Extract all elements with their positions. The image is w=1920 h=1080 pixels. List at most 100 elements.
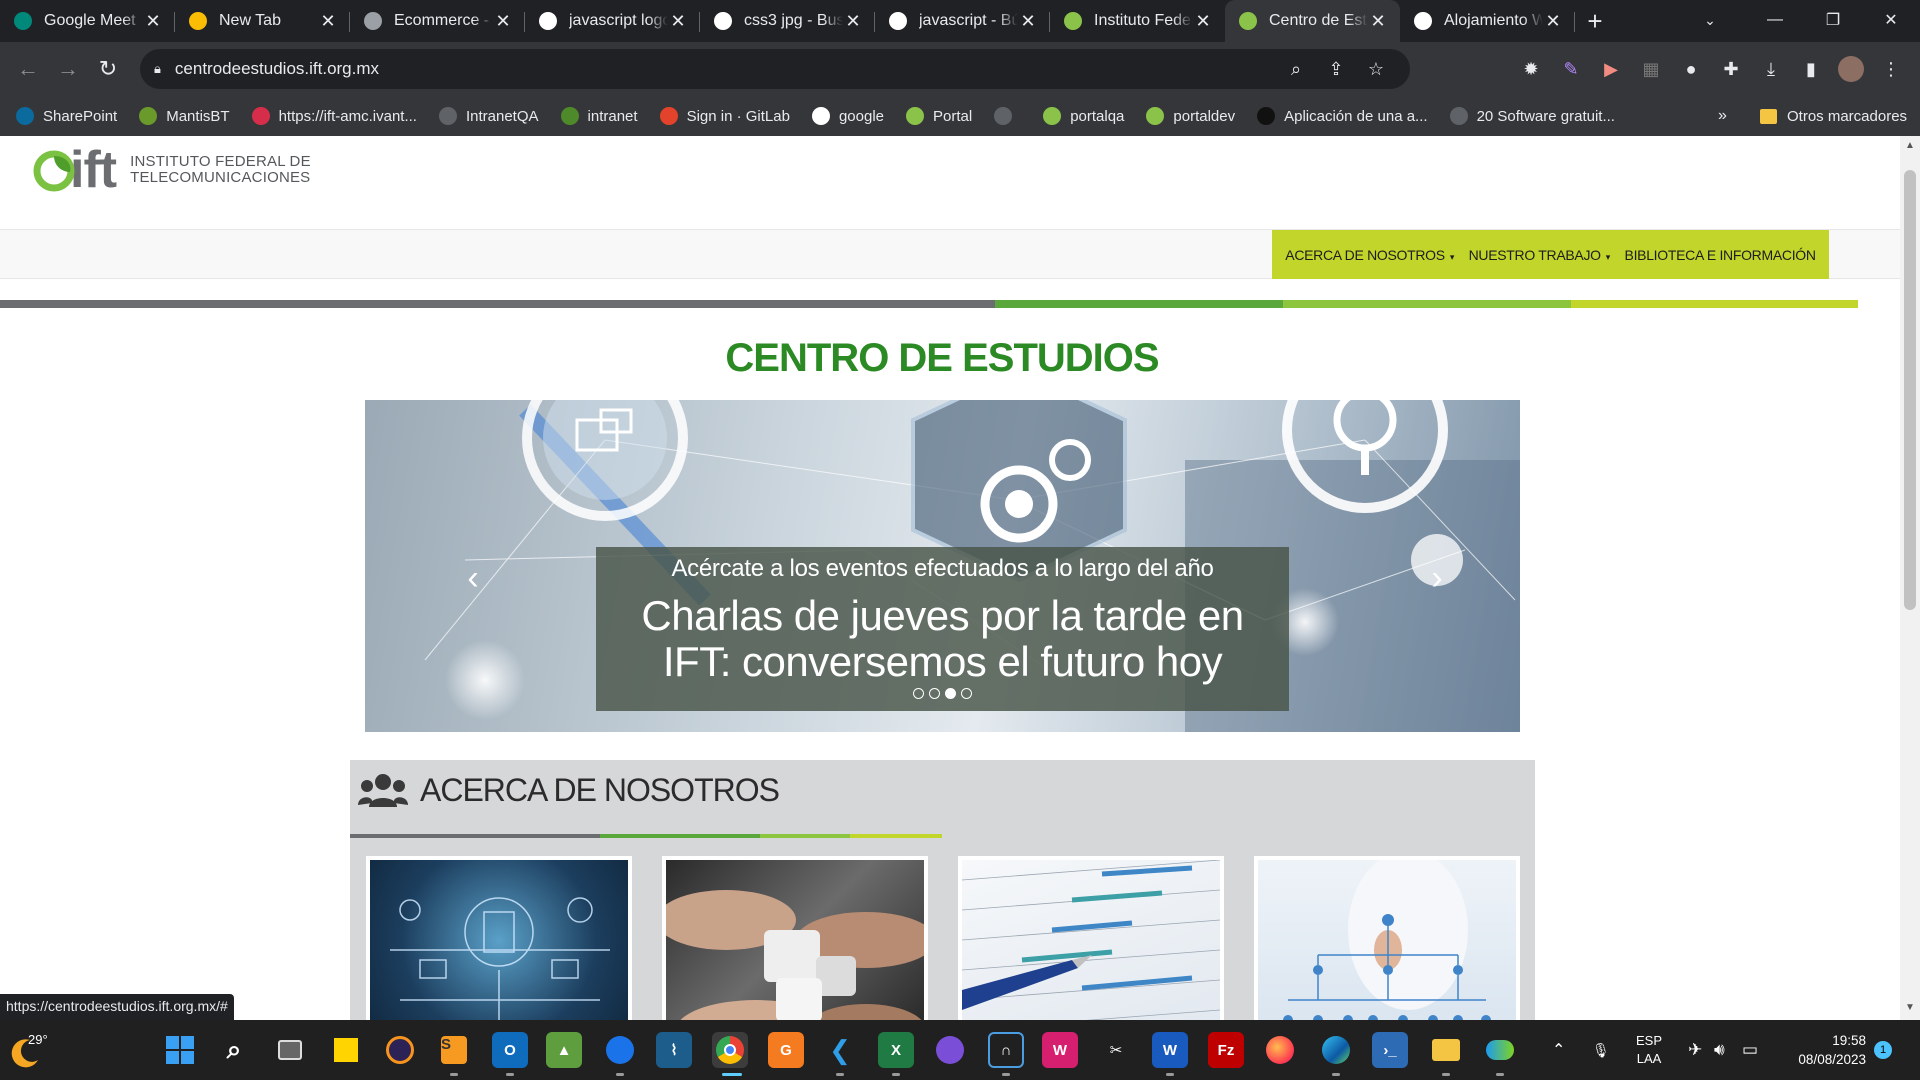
menu-item-trabajo[interactable]: NUESTRO TRABAJO ▾ — [1469, 247, 1611, 263]
tab-close-icon[interactable]: ✕ — [1368, 11, 1388, 32]
excel-icon[interactable]: X — [878, 1032, 914, 1068]
extensions-puzzle-icon[interactable]: ✚ — [1714, 52, 1748, 86]
browser-tab[interactable]: New Tab ✕ — [175, 0, 350, 42]
bookmark-item[interactable]: portaldev — [1146, 107, 1235, 125]
bookmark-item[interactable]: intranet — [560, 107, 638, 125]
carousel-indicator-dot[interactable] — [961, 688, 972, 699]
mysql-workbench-icon[interactable]: ⌇ — [656, 1032, 692, 1068]
sublime-text-icon[interactable]: S — [436, 1032, 472, 1068]
tab-close-icon[interactable]: ✕ — [668, 11, 688, 32]
bookmark-item[interactable]: google — [811, 107, 884, 125]
sticky-notes-icon[interactable] — [328, 1032, 364, 1068]
other-bookmarks-folder[interactable]: Otros marcadores — [1760, 96, 1907, 136]
side-panel-icon[interactable]: ▮ — [1794, 52, 1828, 86]
github-desktop-icon[interactable] — [932, 1032, 968, 1068]
carousel-next-button[interactable]: › — [1417, 558, 1457, 598]
about-card-structure[interactable] — [1254, 856, 1520, 1020]
battery-icon[interactable]: ▭ — [1742, 1020, 1758, 1080]
carousel-prev-button[interactable]: ‹ — [453, 558, 493, 598]
tray-chevron-icon[interactable]: ⌃ — [1552, 1020, 1565, 1080]
bookmark-item[interactable]: https://ift-amc.ivant... — [251, 107, 417, 125]
scrollbar-thumb[interactable] — [1904, 170, 1916, 610]
reload-button[interactable]: ↻ — [88, 49, 128, 89]
tab-close-icon[interactable]: ✕ — [493, 11, 513, 32]
zoom-icon[interactable]: ⌕ — [1276, 59, 1316, 80]
language-indicator[interactable]: ESP LAA — [1636, 1020, 1662, 1080]
filezilla-icon[interactable]: Fz — [1208, 1032, 1244, 1068]
bookmark-item[interactable]: portalqa — [1043, 107, 1124, 125]
tab-close-icon[interactable]: ✕ — [143, 11, 163, 32]
browser-tab[interactable]: Alojamiento W ✕ — [1400, 0, 1575, 42]
extension-grid-icon[interactable]: ▦ — [1634, 52, 1668, 86]
bookmark-item[interactable]: Aplicación de una a... — [1257, 107, 1428, 125]
extension-circle-icon[interactable]: ● — [1674, 52, 1708, 86]
forward-button[interactable]: → — [48, 49, 88, 89]
notion-app-icon[interactable]: ∩ — [988, 1032, 1024, 1068]
tab-close-icon[interactable]: ✕ — [1193, 11, 1213, 32]
browser-tab[interactable]: Google Meet ✕ — [0, 0, 175, 42]
back-button[interactable]: ← — [8, 49, 48, 89]
browser-tab[interactable]: css3 jpg - Busc ✕ — [700, 0, 875, 42]
eclipse-icon[interactable] — [382, 1032, 418, 1068]
notification-badge[interactable]: 1 — [1874, 1020, 1892, 1080]
search-icon[interactable]: ⌕ — [216, 1032, 252, 1068]
restore-button[interactable]: ❐ — [1804, 0, 1862, 40]
close-window-button[interactable]: ✕ — [1862, 0, 1920, 40]
carousel-indicator-dot[interactable] — [913, 688, 924, 699]
browser-tab[interactable]: Ecommerce - I ✕ — [350, 0, 525, 42]
address-url[interactable]: centrodeestudios.ift.org.mx — [175, 59, 1276, 79]
bookmark-item[interactable]: SharePoint — [16, 107, 117, 125]
menu-item-acerca[interactable]: ACERCA DE NOSOTROS ▾ — [1285, 247, 1454, 263]
scroll-up-icon[interactable]: ▲ — [1900, 140, 1920, 151]
ift-logo[interactable]: ift INSTITUTO FEDERAL DE TELECOMUNICACIO… — [32, 144, 311, 196]
profile-avatar[interactable] — [1834, 52, 1868, 86]
edge-icon[interactable] — [1318, 1032, 1354, 1068]
browser-tab[interactable]: javascript - Bú ✕ — [875, 0, 1050, 42]
volume-icon[interactable]: 🔊︎ — [1714, 1020, 1725, 1080]
about-card-collaboration[interactable] — [662, 856, 928, 1020]
file-explorer-icon[interactable] — [1428, 1032, 1464, 1068]
powershell-icon[interactable]: ›_ — [1372, 1032, 1408, 1068]
extension-pen-icon[interactable]: ✎ — [1554, 52, 1588, 86]
minimize-button[interactable]: — — [1746, 0, 1804, 40]
weather-widget[interactable]: 29° — [8, 1030, 52, 1070]
start-windows-icon[interactable] — [162, 1032, 198, 1068]
bookmark-item[interactable]: IntranetQA — [438, 107, 539, 125]
clock[interactable]: 19:58 08/08/2023 — [1786, 1020, 1866, 1080]
bookmark-item[interactable]: MantisBT — [139, 107, 230, 125]
more-bookmarks-button[interactable]: » — [1718, 96, 1727, 136]
address-bar[interactable]: 🔒︎ centrodeestudios.ift.org.mx ⌕ ⇪ ☆ — [140, 49, 1410, 89]
task-view-icon[interactable] — [272, 1032, 308, 1068]
carousel-indicator-dot[interactable] — [945, 688, 956, 699]
tab-close-icon[interactable]: ✕ — [843, 11, 863, 32]
outlook-icon[interactable]: O — [492, 1032, 528, 1068]
bookmark-item[interactable] — [994, 107, 1021, 125]
wampserver-icon[interactable]: W — [1042, 1032, 1078, 1068]
hero-carousel[interactable]: ‹ › Acércate a los eventos efectuados a … — [365, 400, 1520, 732]
extension-gear-icon[interactable]: ✹ — [1514, 52, 1548, 86]
bookmark-star-icon[interactable]: ☆ — [1356, 59, 1396, 80]
about-card-planning[interactable] — [958, 856, 1224, 1020]
webex-icon[interactable] — [1482, 1032, 1518, 1068]
tab-search-chevron-icon[interactable]: ⌄ — [1690, 0, 1730, 40]
pdf-app-icon[interactable]: G — [768, 1032, 804, 1068]
tab-close-icon[interactable]: ✕ — [1543, 11, 1563, 32]
snip-tool-icon[interactable]: ✂ — [1098, 1032, 1134, 1068]
browser-tab[interactable]: Centro de Estu ✕ — [1225, 0, 1400, 42]
bookmark-item[interactable]: Portal — [906, 107, 972, 125]
photo-app-icon[interactable]: ▲ — [546, 1032, 582, 1068]
tab-close-icon[interactable]: ✕ — [318, 11, 338, 32]
menu-item-biblioteca[interactable]: BIBLIOTECA E INFORMACIÓN — [1625, 247, 1816, 263]
firefox-icon[interactable] — [1262, 1032, 1298, 1068]
chrome-icon[interactable] — [712, 1032, 748, 1068]
new-tab-button[interactable]: + — [1575, 0, 1615, 42]
share-icon[interactable]: ⇪ — [1316, 59, 1356, 80]
bookmark-item[interactable]: Sign in · GitLab — [659, 107, 790, 125]
browser-tab[interactable]: javascript logo ✕ — [525, 0, 700, 42]
bookmark-item[interactable]: 20 Software gratuit... — [1449, 107, 1615, 125]
scroll-down-icon[interactable]: ▼ — [1900, 1002, 1920, 1013]
vscode-icon[interactable]: ❮ — [822, 1032, 858, 1068]
browser-tab[interactable]: Instituto Feder ✕ — [1050, 0, 1225, 42]
extension-video-icon[interactable]: ▶ — [1594, 52, 1628, 86]
word-icon[interactable]: W — [1152, 1032, 1188, 1068]
